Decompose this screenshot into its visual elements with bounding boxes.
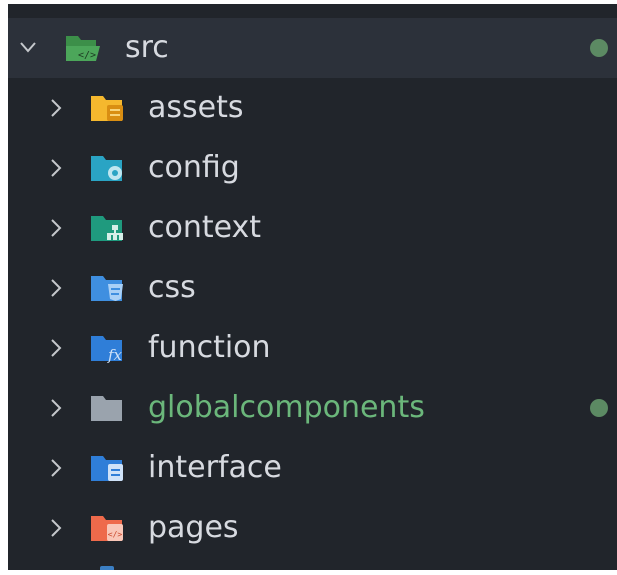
tree-item-label: css — [148, 270, 196, 305]
chevron-right-icon[interactable] — [48, 512, 64, 544]
tree-item-interface[interactable]: interface — [8, 438, 617, 498]
tree-item-context[interactable]: context — [8, 198, 617, 258]
tree-item-label: globalcomponents — [148, 390, 425, 425]
modified-indicator — [590, 39, 608, 57]
chevron-right-icon[interactable] — [48, 452, 64, 484]
chevron-right-icon[interactable] — [48, 392, 64, 424]
chevron-right-icon[interactable] — [48, 272, 64, 304]
tree-item-function[interactable]: fx function — [8, 318, 617, 378]
chevron-right-icon[interactable] — [48, 92, 64, 124]
folder-assets-icon — [91, 96, 123, 121]
svg-text:</>: </> — [78, 50, 96, 61]
svg-text:fx: fx — [107, 346, 123, 363]
tree-item-config[interactable]: config — [8, 138, 617, 198]
folder-context-icon — [91, 216, 123, 241]
svg-text:</>: </> — [108, 530, 123, 539]
tree-item-globalcomponents[interactable]: globalcomponents — [8, 378, 617, 438]
folder-function-icon: fx — [91, 336, 123, 363]
tree-item-pages[interactable]: </> pages — [8, 498, 617, 558]
folder-src-open-icon: </> — [66, 36, 100, 61]
tree-item-label: src — [125, 30, 169, 65]
folder-css-icon — [91, 276, 123, 301]
tree-item-label: interface — [148, 450, 282, 485]
tree-item-css[interactable]: css — [8, 258, 617, 318]
chevron-right-icon[interactable] — [48, 152, 64, 184]
partial-folder-icon — [100, 566, 114, 570]
chevron-right-icon[interactable] — [48, 332, 64, 364]
tree-item-src[interactable]: </> src — [8, 18, 617, 78]
folder-interface-icon — [91, 456, 123, 481]
chevron-right-icon[interactable] — [48, 212, 64, 244]
folder-pages-icon: </> — [91, 516, 123, 541]
tree-item-label: assets — [148, 90, 244, 125]
modified-indicator — [590, 399, 608, 417]
chevron-down-icon[interactable] — [20, 32, 36, 64]
tree-item-label: function — [148, 330, 271, 365]
file-explorer: </> src assets config context css fx fun… — [8, 4, 617, 570]
tree-item-label: config — [148, 150, 240, 185]
tree-item-label: pages — [148, 510, 239, 545]
tree-item-label: context — [148, 210, 262, 245]
folder-icon — [91, 396, 122, 421]
folder-config-icon — [91, 156, 122, 181]
tree-item-assets[interactable]: assets — [8, 78, 617, 138]
